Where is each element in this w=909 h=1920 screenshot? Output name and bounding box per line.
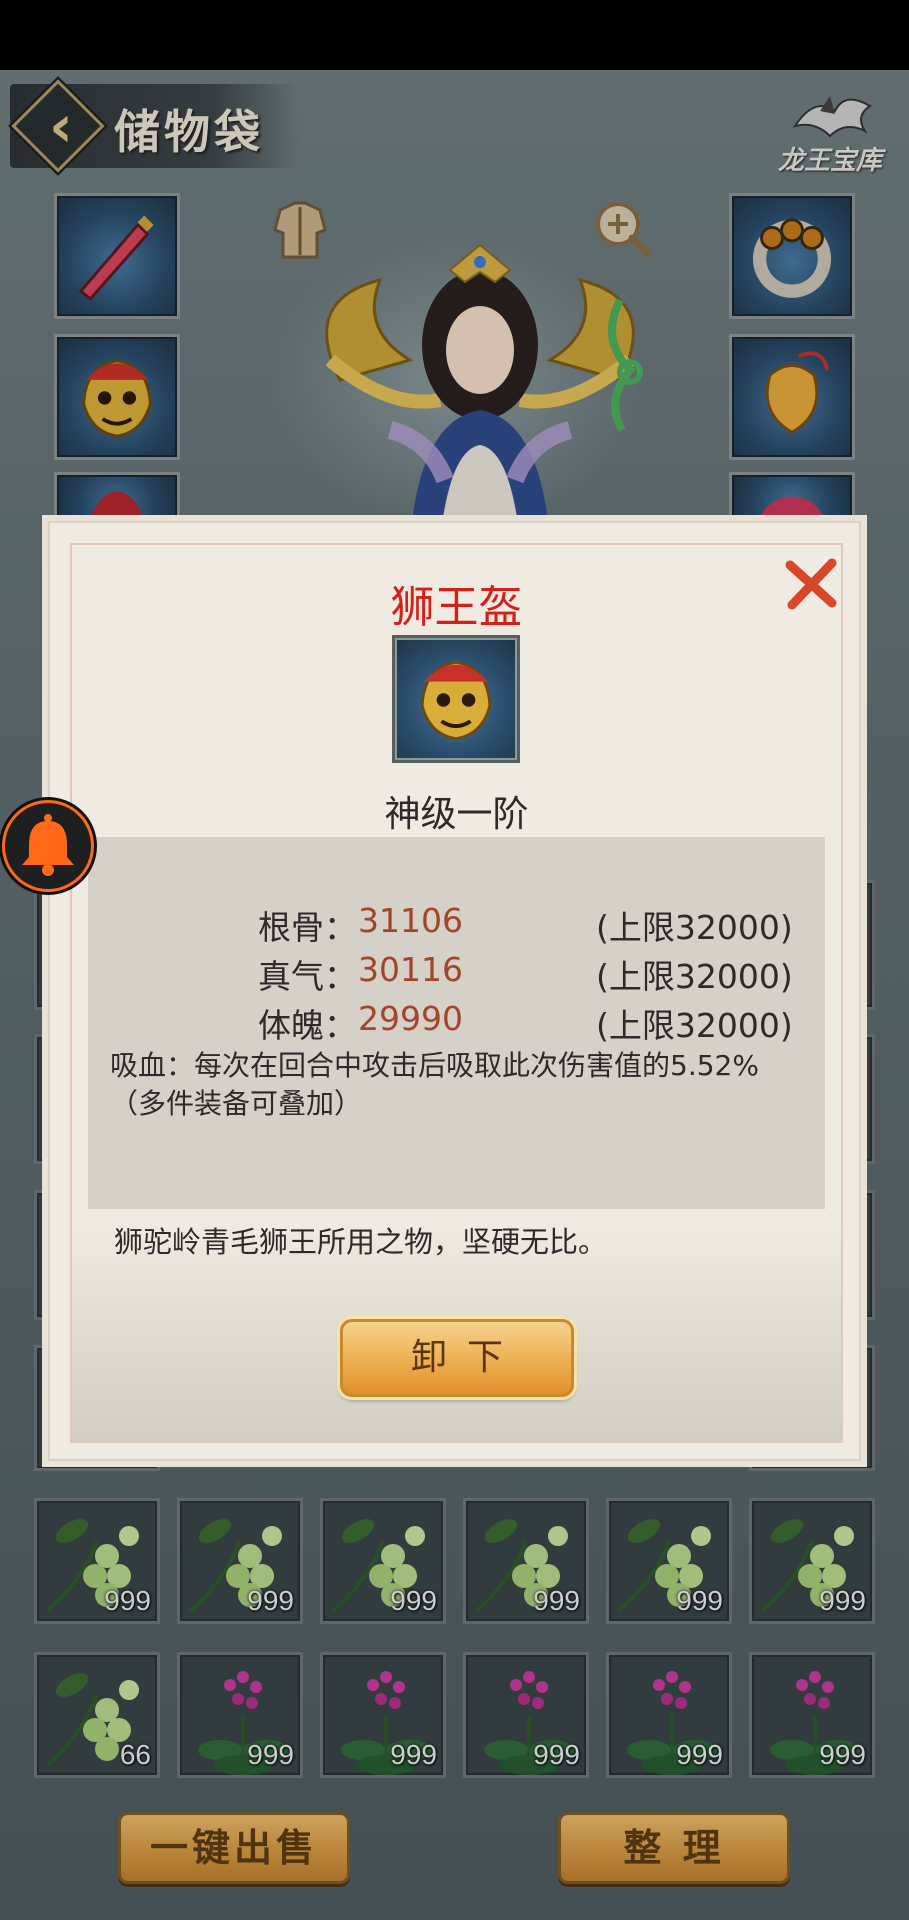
stat-value: 31106 — [358, 901, 463, 940]
close-icon[interactable] — [780, 553, 842, 615]
stat-label: 根骨： — [258, 908, 357, 947]
bell-icon — [22, 814, 74, 876]
stat-cap: (上限32000) — [596, 957, 793, 996]
stat-row: 真气： 30116 (上限32000) — [88, 950, 825, 996]
item-grade: 神级一阶 — [384, 794, 529, 835]
stat-row: 根骨： 31106 (上限32000) — [88, 901, 825, 947]
notification-button[interactable] — [2, 800, 94, 892]
stat-label: 体魄： — [258, 1006, 357, 1045]
item-detail-modal: 狮王盔 神级一阶 根骨： 31106 (上限32000) 真气： 30116 (… — [48, 521, 861, 1461]
stats-panel: 根骨： 31106 (上限32000) 真气： 30116 (上限32000) … — [88, 837, 825, 1209]
item-icon-frame — [392, 635, 520, 763]
lifesteal-line: 吸血：每次在回合中攻击后吸取此次伤害值的5.52% — [110, 1049, 759, 1082]
stat-value: 30116 — [358, 950, 463, 989]
unequip-button[interactable]: 卸下 — [340, 1319, 574, 1397]
lion-helmet-icon — [420, 660, 492, 741]
lifesteal-text: 吸血：每次在回合中攻击后吸取此次伤害值的5.52% （多件装备可叠加） — [110, 1047, 810, 1123]
stat-row: 体魄： 29990 (上限32000) — [88, 999, 825, 1045]
stat-label: 真气： — [258, 957, 357, 996]
status-bar — [0, 0, 909, 70]
lifesteal-note: （多件装备可叠加） — [110, 1087, 363, 1120]
stat-value: 29990 — [358, 999, 463, 1038]
item-description: 狮驼岭青毛狮王所用之物，坚硬无比。 — [114, 1225, 608, 1259]
stat-cap: (上限32000) — [596, 908, 793, 947]
stat-cap: (上限32000) — [596, 1006, 793, 1045]
item-name: 狮王盔 — [390, 582, 523, 633]
